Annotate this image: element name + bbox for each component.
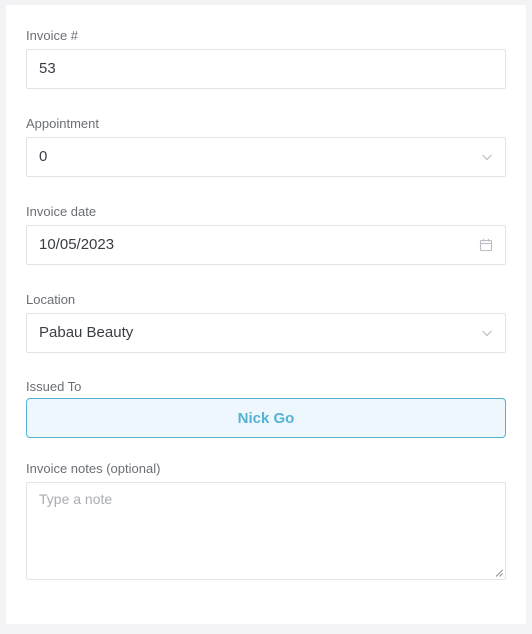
invoice-number-group: Invoice # 53 [26,28,506,89]
location-group: Location Pabau Beauty [26,292,506,353]
issued-to-button[interactable]: Nick Go [26,398,506,438]
calendar-icon[interactable] [479,238,493,252]
location-select[interactable]: Pabau Beauty [26,313,506,353]
chevron-down-icon [482,330,492,337]
location-label: Location [26,292,76,307]
invoice-number-value: 53 [39,60,56,77]
invoice-notes-group: Invoice notes (optional) Type a note [26,461,506,580]
issued-to-label: Issued To [26,379,82,394]
appointment-label: Appointment [26,116,99,131]
appointment-value: 0 [39,148,48,165]
resize-handle-icon[interactable] [495,569,503,577]
invoice-notes-textarea[interactable]: Type a note [26,482,506,580]
invoice-form: Invoice # 53 Appointment 0 Invoice date … [6,5,526,624]
location-value: Pabau Beauty [39,324,134,341]
appointment-select[interactable]: 0 [26,137,506,177]
invoice-date-group: Invoice date 10/05/2023 [26,204,506,265]
invoice-date-input[interactable]: 10/05/2023 [26,225,506,265]
invoice-number-label: Invoice # [26,28,79,43]
invoice-number-input[interactable]: 53 [26,49,506,89]
invoice-notes-label: Invoice notes (optional) [26,461,161,476]
chevron-down-icon [482,154,492,161]
issued-to-group: Issued To Nick Go [26,379,506,438]
invoice-date-label: Invoice date [26,204,97,219]
appointment-group: Appointment 0 [26,116,506,177]
invoice-date-value: 10/05/2023 [39,236,115,253]
invoice-notes-placeholder: Type a note [39,491,113,507]
